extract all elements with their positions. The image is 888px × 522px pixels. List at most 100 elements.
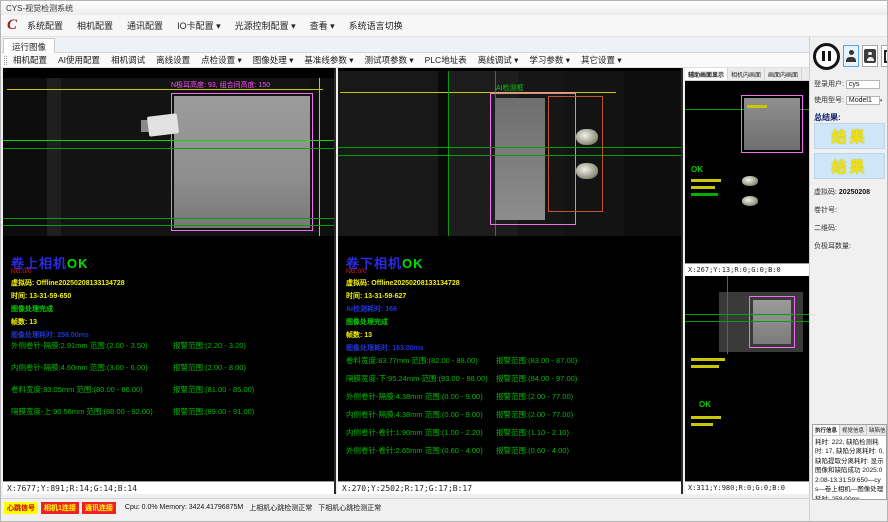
info-tabs: 执行信息 视觉信息 缺陷信息 xyxy=(813,425,886,436)
process-done: 图像处理完成 xyxy=(11,304,53,314)
toolbar-item[interactable]: 学习参数 ▾ xyxy=(529,54,570,66)
cell-material xyxy=(174,96,310,228)
measure-green-line xyxy=(448,71,449,236)
user-switch-button[interactable] xyxy=(862,45,878,67)
measurement-row: 卷料宽度:83.05mm 范围:(80.00 - 86.00) 报警范围:(81… xyxy=(11,384,336,406)
menu-item[interactable]: 系统语言切换 xyxy=(349,19,403,32)
overlay-text-small xyxy=(691,416,721,419)
toolbar-item[interactable]: 相机配置 xyxy=(13,54,47,66)
menu-item[interactable]: 相机配置 xyxy=(77,19,113,32)
measurement-value: 外侧卷针-隔膜:2.91mm 范围:(2.00 - 3.50) xyxy=(11,340,148,351)
measurement-value: 内侧卷针-卷针:1.90mm 范围:(1.00 - 2.20) xyxy=(346,427,483,438)
tabstrip: 运行图像 xyxy=(1,37,809,53)
measure-green-line xyxy=(338,155,681,156)
statusbar: 心跳信号 相机1连接 通讯连接 Cpu: 0.0% Memory: 3424.4… xyxy=(1,498,809,516)
model-label: 使用型号: xyxy=(814,97,844,104)
overlay-text-small xyxy=(747,105,767,108)
aux-tab-image-inner[interactable]: 画面内画面 xyxy=(765,68,802,80)
result-ok: OK xyxy=(699,400,711,409)
login-user-value[interactable]: cys xyxy=(846,80,880,89)
overlay-text-small xyxy=(691,365,719,368)
model-row: 使用型号: Model1▾ xyxy=(814,95,882,105)
overlay-text-small xyxy=(691,179,721,182)
cpu-memory-status: Cpu: 0.0% Memory: 3424.41796875M xyxy=(125,504,243,511)
measurement-value: 卷料宽度:83.77mm 范围:(82.00 - 88.00) xyxy=(346,355,478,366)
measurement-row: 外侧卷针-隔膜:2.91mm 范围:(2.00 - 3.50) 报警范围:(2.… xyxy=(11,340,336,362)
toolbar-items: 相机配置 AI使用配置 相机调试 离线设置 点检设置 ▾ 图像处理 ▾ 基准线参… xyxy=(13,54,622,66)
virtual-code-value: 20250208 xyxy=(839,189,870,196)
frame-count: 帧数: 13 xyxy=(11,317,37,327)
toolbar-item[interactable]: 图像处理 ▾ xyxy=(253,54,294,66)
image-annotation: N极耳高度: 93, 组合间高度: 150 xyxy=(171,80,270,90)
toolbar-item[interactable]: 离线设置 xyxy=(156,54,190,66)
menu-item[interactable]: 系统配置 xyxy=(27,19,63,32)
anode-tab-count-label: 负极耳数量: xyxy=(814,243,851,250)
login-user-row: 登录用户: cys xyxy=(814,79,880,89)
menu-item[interactable]: 光源控制配置 ▾ xyxy=(235,19,296,32)
toolbar-item[interactable]: 点检设置 ▾ xyxy=(201,54,242,66)
info-tab-defect[interactable]: 缺陷信息 xyxy=(867,425,887,435)
control-buttons xyxy=(813,41,888,71)
measurement-value: 外侧卷针-隔膜:4.38mm 范围:(0.00 - 9.00) xyxy=(346,391,483,402)
baseline-yellow-line xyxy=(7,89,323,90)
app-window: CYS-视觉检测系统 C 系统配置 相机配置 通讯配置 IO卡配置 ▾ 光源控制… xyxy=(0,0,888,522)
upper-camera-heartbeat-status: 上相机心跳检测正常 xyxy=(249,503,312,513)
toolbar-item[interactable]: 离线调试 ▾ xyxy=(478,54,519,66)
result-ok: OK xyxy=(67,256,89,271)
tab-connector xyxy=(147,113,179,137)
aux-tab-camera-inner[interactable]: 相机内画面 xyxy=(728,68,765,80)
frame-count: 帧数: 13 xyxy=(346,330,372,340)
measurement-row: 隔膜宽度-下:95.24mm 范围:(93.00 - 98.00) 报警范围:(… xyxy=(346,373,683,391)
pause-button[interactable] xyxy=(813,43,840,70)
toolbar-item[interactable]: PLC地址表 xyxy=(425,54,467,66)
machine-structure xyxy=(47,78,61,236)
measurement-alarm-range: 报警范围:(94.00 - 97.00) xyxy=(496,373,577,384)
roi-pink-box xyxy=(749,296,795,348)
needle-number-field: 卷针号: xyxy=(814,205,837,215)
menu-item[interactable]: IO卡配置 ▾ xyxy=(177,19,221,32)
chevron-down-icon: ▾ xyxy=(880,98,883,104)
info-panel: 执行信息 视觉信息 缺陷信息 耗时: 222, 缺陷检测耗时: 17, 缺陷分离… xyxy=(812,424,887,500)
result-box-1-text: 结果 xyxy=(831,126,867,147)
menubar: C 系统配置 相机配置 通讯配置 IO卡配置 ▾ 光源控制配置 ▾ 查看 ▾ 系… xyxy=(1,15,888,37)
info-tab-exec[interactable]: 执行信息 xyxy=(813,425,840,435)
pixel-coords-status: X:7677;Y:891;R:14;G:14;B:14 xyxy=(3,481,334,494)
camera-view-upper[interactable]: N极耳高度: 93, 组合间高度: 150 卷上相机OK NG:0/0 虚拟码:… xyxy=(3,68,336,494)
toolbar-item[interactable]: 其它设置 ▾ xyxy=(581,54,622,66)
measurement-row: 隔膜宽度-上:90.56mm 范围:(88.00 - 92.00) 报警范围:(… xyxy=(11,406,336,428)
menu-item[interactable]: 查看 ▾ xyxy=(310,19,335,32)
toolbar-item[interactable]: 相机调试 xyxy=(111,54,145,66)
bright-spot xyxy=(742,196,758,206)
user-login-button[interactable] xyxy=(843,45,859,67)
measurement-row: 内侧卷针-隔膜:4.60mm 范围:(3.00 - 6.00) 报警范围:(2.… xyxy=(11,362,336,384)
ai-elapsed: AI检测耗时: 166 xyxy=(346,304,397,314)
lower-camera-heartbeat-status: 下相机心跳检测正常 xyxy=(318,503,381,513)
toolbar-item[interactable]: 基准线参数 ▾ xyxy=(304,54,353,66)
info-tab-vision[interactable]: 视觉信息 xyxy=(840,425,867,435)
measurement-row: 外侧卷针-隔膜:4.38mm 范围:(0.00 - 9.00) 报警范围:(2.… xyxy=(346,391,683,409)
menu-item[interactable]: 通讯配置 xyxy=(127,19,163,32)
toolbar-grip-icon[interactable] xyxy=(4,56,7,65)
aux-tab-display[interactable]: 辅助画面显示 xyxy=(685,68,728,80)
process-elapsed: 图像处理耗时: 256.00ms xyxy=(11,330,89,340)
measurement-alarm-range: 报警范围:(2.00 - 8.00) xyxy=(173,362,246,373)
camera-view-lower[interactable]: AI检测框 卷下相机OK NG:0/0 虚拟码: Offline20250208… xyxy=(338,68,683,494)
measurement-alarm-range: 报警范围:(83.00 - 87.00) xyxy=(496,355,577,366)
model-select[interactable]: Model1 xyxy=(846,96,880,105)
bright-spot xyxy=(742,176,758,186)
anode-tab-count-field: 负极耳数量: xyxy=(814,241,851,251)
measurement-value: 外侧卷针-卷针:2.65mm 范围:(0.60 - 4.00) xyxy=(346,445,483,456)
aux-camera-view-1[interactable]: OK xyxy=(685,81,809,263)
center-measurements: 卷料宽度:83.77mm 范围:(82.00 - 88.00) 报警范围:(83… xyxy=(346,355,683,463)
person-dark-icon xyxy=(864,49,876,63)
exit-button[interactable] xyxy=(881,45,888,67)
measurement-value: 内侧卷针-隔膜:4.38mm 范围:(0.00 - 9.00) xyxy=(346,409,483,420)
bright-spot xyxy=(576,163,598,179)
pixel-coords-status: X:267;Y:13;R:0;G:0;B:0 xyxy=(685,263,809,276)
toolbar-item[interactable]: AI使用配置 xyxy=(58,54,100,66)
measure-green-line xyxy=(338,147,681,148)
virtual-code: 虚拟码: Offline20250208133134728 xyxy=(11,278,125,288)
aux-camera-view-2[interactable]: OK xyxy=(685,276,809,481)
camera-image-upper: N极耳高度: 93, 组合间高度: 150 xyxy=(3,78,334,236)
toolbar-item[interactable]: 测试项参数 ▾ xyxy=(365,54,414,66)
